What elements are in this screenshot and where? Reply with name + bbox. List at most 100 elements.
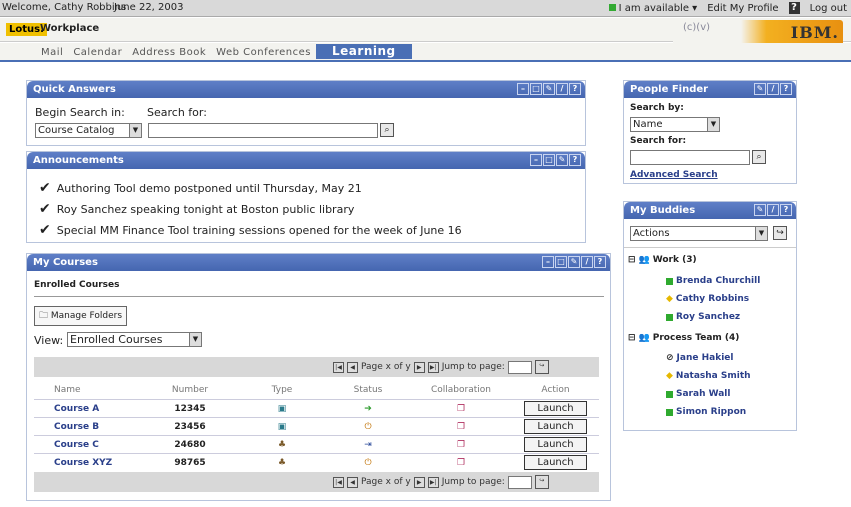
launch-button[interactable]: Launch	[524, 437, 587, 452]
go-arrow-icon[interactable]: ↪	[773, 226, 787, 240]
tab-calendar[interactable]: Calendar	[68, 46, 127, 59]
portlet-title: People Finder ✎ / ?	[624, 81, 796, 98]
edit-profile-link[interactable]: Edit My Profile	[707, 3, 778, 14]
tab-web-conferences[interactable]: Web Conferences	[211, 46, 316, 59]
collaboration-icon[interactable]: ❐	[410, 440, 512, 450]
tab-learning[interactable]: Learning	[316, 44, 412, 59]
portlet-title: My Courses – □ ✎ / ?	[27, 254, 610, 271]
people-search-input[interactable]	[630, 150, 750, 165]
column-header-name[interactable]: Name	[34, 385, 142, 395]
do-not-disturb-icon: ⊘	[666, 353, 674, 363]
search-scope-select[interactable]: Course Catalog ▼	[35, 123, 142, 138]
column-header-number[interactable]: Number	[142, 385, 238, 395]
jump-to-page-input[interactable]	[507, 475, 532, 489]
search-input[interactable]	[148, 123, 378, 138]
launch-button[interactable]: Launch	[524, 455, 587, 470]
launch-button[interactable]: Launch	[524, 419, 587, 434]
ibm-logo: IBM.	[790, 23, 839, 42]
chevron-down-icon: ▼	[707, 118, 719, 131]
minimize-icon[interactable]: –	[542, 256, 554, 268]
customize-icon[interactable]: /	[581, 256, 593, 268]
status-in-progress-icon: ➔	[364, 403, 372, 414]
customize-icon[interactable]: /	[556, 83, 568, 95]
column-header-action[interactable]: Action	[512, 385, 599, 395]
search-for-label: Search for:	[147, 106, 207, 119]
view-select[interactable]: Enrolled Courses ▼	[67, 332, 202, 347]
buddy-group-process-team[interactable]: ⊟ 👥 Process Team (4)	[628, 333, 739, 343]
section-divider	[624, 247, 796, 248]
edit-icon[interactable]: ✎	[543, 83, 555, 95]
last-page-icon[interactable]: ▶|	[427, 476, 439, 488]
customize-icon[interactable]: /	[767, 204, 779, 216]
next-page-icon[interactable]: ▶	[413, 476, 425, 488]
advanced-search-link[interactable]: Advanced Search	[630, 170, 718, 180]
buddy-item[interactable]: ⊘ Jane Hakiel	[666, 353, 733, 363]
help-icon[interactable]: ?	[594, 256, 606, 268]
go-arrow-icon[interactable]: ↪	[534, 360, 549, 374]
available-status-icon	[666, 390, 673, 398]
help-icon[interactable]: ?	[569, 83, 581, 95]
buddy-item[interactable]: Roy Sanchez	[666, 312, 740, 322]
maximize-icon[interactable]: □	[530, 83, 542, 95]
announcement-item[interactable]: ✔ Special MM Finance Tool training sessio…	[39, 222, 462, 238]
my-buddies-title: My Buddies	[630, 205, 696, 216]
brand-row: Lotus. Workplace (c)(v) IBM.	[0, 18, 851, 46]
prev-page-icon[interactable]: ◀	[347, 361, 358, 373]
edit-icon[interactable]: ✎	[754, 204, 766, 216]
minimize-icon[interactable]: –	[530, 154, 542, 166]
maximize-icon[interactable]: □	[543, 154, 555, 166]
first-page-icon[interactable]: |◀	[333, 476, 344, 488]
buddy-item[interactable]: Sarah Wall	[666, 389, 730, 399]
collaboration-icon[interactable]: ❐	[410, 458, 512, 468]
column-header-status[interactable]: Status	[326, 385, 410, 395]
buddy-actions-select[interactable]: Actions ▼	[630, 226, 768, 241]
help-icon[interactable]: ?	[780, 83, 792, 95]
tab-mail[interactable]: Mail	[36, 46, 68, 59]
availability-menu[interactable]: I am available ▾	[608, 3, 697, 14]
course-link[interactable]: Course C	[34, 440, 142, 450]
collapse-icon[interactable]: ⊟	[628, 333, 636, 343]
column-header-type[interactable]: Type	[238, 385, 326, 395]
help-icon[interactable]: ?	[780, 204, 792, 216]
tab-address-book[interactable]: Address Book	[127, 46, 211, 59]
collaboration-icon[interactable]: ❐	[410, 422, 512, 432]
course-link[interactable]: Course XYZ	[34, 458, 142, 468]
next-page-icon[interactable]: ▶	[413, 361, 425, 373]
announcement-item[interactable]: ✔ Roy Sanchez speaking tonight at Boston …	[39, 201, 354, 217]
edit-icon[interactable]: ✎	[556, 154, 568, 166]
buddy-item[interactable]: Brenda Churchill	[666, 276, 760, 286]
manage-folders-button[interactable]: 🗀 Manage Folders	[34, 306, 128, 326]
search-icon[interactable]: ⌕	[380, 123, 394, 137]
collapse-icon[interactable]: ⊟	[628, 255, 636, 265]
jump-to-page-input[interactable]	[507, 360, 532, 374]
logout-link[interactable]: Log out	[810, 3, 847, 14]
course-link[interactable]: Course A	[34, 404, 142, 414]
search-icon[interactable]: ⌕	[752, 150, 766, 164]
collaboration-icon[interactable]: ❐	[410, 404, 512, 414]
maximize-icon[interactable]: □	[555, 256, 567, 268]
edit-icon[interactable]: ✎	[754, 83, 766, 95]
last-page-icon[interactable]: ▶|	[427, 361, 439, 373]
search-by-select[interactable]: Name ▼	[630, 117, 720, 132]
begin-search-label: Begin Search in:	[35, 106, 125, 119]
go-arrow-icon[interactable]: ↪	[534, 475, 549, 489]
available-status-icon	[608, 3, 616, 11]
edit-icon[interactable]: ✎	[568, 256, 580, 268]
buddy-item[interactable]: ◆ Cathy Robbins	[666, 294, 749, 304]
help-icon[interactable]: ?	[569, 154, 581, 166]
launch-button[interactable]: Launch	[524, 401, 587, 416]
buddy-group-work[interactable]: ⊟ 👥 Work (3)	[628, 255, 697, 265]
announcement-item[interactable]: ✔ Authoring Tool demo postponed until Thu…	[39, 180, 362, 196]
help-button[interactable]: ?	[788, 2, 800, 14]
portlet-tools: ✎ / ?	[754, 83, 792, 95]
buddy-item[interactable]: ◆ Natasha Smith	[666, 371, 751, 381]
away-status-icon: ◆	[666, 294, 673, 304]
minimize-icon[interactable]: –	[517, 83, 529, 95]
prev-page-icon[interactable]: ◀	[347, 476, 358, 488]
customize-icon[interactable]: /	[767, 83, 779, 95]
column-header-collaboration[interactable]: Collaboration	[410, 385, 512, 395]
section-divider	[34, 296, 604, 297]
first-page-icon[interactable]: |◀	[333, 361, 344, 373]
course-link[interactable]: Course B	[34, 422, 142, 432]
buddy-item[interactable]: Simon Rippon	[666, 407, 746, 417]
